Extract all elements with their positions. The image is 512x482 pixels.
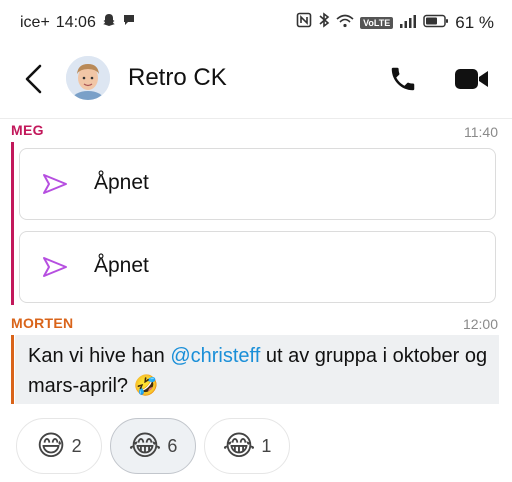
status-left: ice+ 14:06: [20, 13, 136, 32]
message-text-part: Kan vi hive han: [28, 345, 171, 367]
battery-percent: 61 %: [455, 12, 494, 32]
avatar[interactable]: [66, 56, 110, 100]
battery-icon: [423, 13, 449, 33]
reaction-count: 1: [261, 435, 272, 456]
reaction-chip[interactable]: 😅 2: [16, 418, 102, 474]
video-camera-icon: [454, 69, 490, 96]
opened-label: Åpnet: [94, 171, 149, 194]
video-call-button[interactable]: [454, 66, 490, 97]
reaction-count: 6: [167, 435, 178, 456]
sender-name: MORTEN: [11, 315, 74, 331]
reaction-count: 2: [71, 435, 82, 456]
volte-badge: VoLTE: [360, 16, 394, 29]
reaction-chip[interactable]: 😂 6: [110, 418, 196, 474]
sweat-smile-emoji-icon: 😅: [36, 429, 66, 462]
opened-arrow-icon: [42, 256, 68, 283]
chat-bubble-icon: [122, 13, 136, 32]
tears-of-joy-emoji-icon: 😂: [222, 429, 256, 462]
chevron-left-icon: [22, 64, 46, 102]
sender-color-bar: [11, 142, 14, 305]
mention-link[interactable]: @christeff: [170, 345, 260, 367]
carrier-label: ice+: [20, 13, 50, 31]
back-button[interactable]: [22, 62, 46, 98]
reaction-chip[interactable]: 😂 1: [204, 418, 290, 474]
phone-icon: [388, 67, 418, 98]
bitmoji-avatar-icon: [66, 56, 110, 100]
tears-of-joy-emoji-icon: 😂: [128, 429, 162, 462]
opened-label: Åpnet: [94, 254, 149, 277]
opened-arrow-icon: [42, 173, 68, 200]
clock: 14:06: [55, 13, 96, 31]
nfc-icon: [296, 12, 312, 33]
chat-header: Retro CK: [0, 50, 512, 112]
sender-name: MEG: [11, 122, 44, 138]
message-text: Kan vi hive han @christeff ut av gruppa …: [28, 341, 493, 401]
chat-title[interactable]: Retro CK: [128, 64, 227, 92]
message-time: 11:40: [464, 124, 498, 140]
sender-color-bar: [11, 335, 14, 404]
status-right: VoLTE 61 %: [296, 12, 494, 33]
wifi-icon: [336, 13, 354, 33]
message-time: 12:00: [462, 316, 498, 332]
bluetooth-icon: [318, 12, 330, 33]
opened-snap-card[interactable]: Åpnet: [19, 148, 496, 220]
header-divider: [0, 118, 512, 119]
signal-icon: [399, 13, 417, 33]
opened-snap-card[interactable]: Åpnet: [19, 231, 496, 303]
snapchat-ghost-icon: [102, 13, 116, 32]
status-bar: ice+ 14:06 VoLTE 61 %: [0, 0, 512, 44]
call-button[interactable]: [388, 64, 418, 99]
